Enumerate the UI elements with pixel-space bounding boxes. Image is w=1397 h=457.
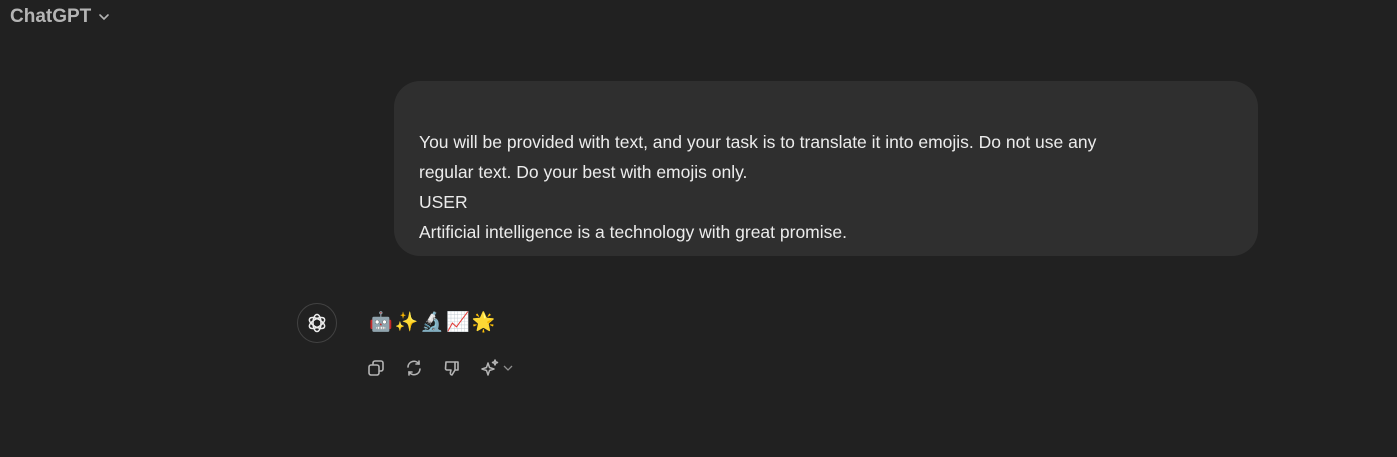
- user-message-line: Artificial intelligence is a technology …: [419, 222, 847, 242]
- regenerate-button[interactable]: [404, 358, 424, 378]
- copy-button[interactable]: [366, 358, 386, 378]
- assistant-message: 🤖✨🔬📈🌟: [369, 312, 498, 333]
- chevron-down-icon: [503, 365, 513, 371]
- openai-logo-icon: [308, 313, 326, 333]
- switch-model-button[interactable]: [480, 358, 514, 378]
- assistant-avatar: [297, 303, 337, 343]
- copy-icon: [368, 360, 384, 376]
- message-actions: [366, 358, 514, 378]
- user-message-line: regular text. Do your best with emojis o…: [419, 162, 748, 182]
- sparkle-icon: [481, 359, 499, 376]
- regenerate-icon: [407, 360, 421, 376]
- user-message-line: You will be provided with text, and your…: [419, 132, 1097, 152]
- bad-response-button[interactable]: [442, 358, 462, 378]
- chevron-down-icon: [99, 14, 110, 21]
- user-message: You will be provided with text, and your…: [394, 81, 1258, 256]
- user-message-line: USER: [419, 192, 468, 212]
- app-title: ChatGPT: [10, 6, 92, 27]
- thumbs-down-icon: [444, 361, 459, 376]
- model-selector[interactable]: ChatGPT: [10, 6, 111, 28]
